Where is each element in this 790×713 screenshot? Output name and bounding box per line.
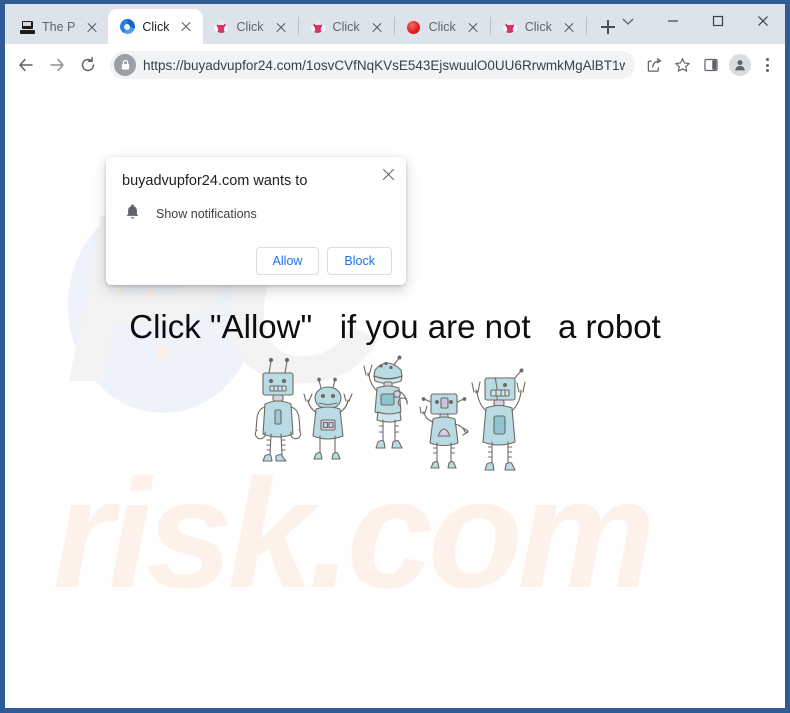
address-bar[interactable]: https://buyadvupfor24.com/1osvCVfNqKVsE5… xyxy=(110,51,635,79)
maximize-button[interactable] xyxy=(695,4,740,38)
tab-click-active[interactable]: Click xyxy=(108,9,204,44)
tab-separator xyxy=(297,17,299,35)
avatar[interactable] xyxy=(729,54,751,76)
share-button[interactable] xyxy=(641,52,668,79)
tab-the-p[interactable]: The P xyxy=(9,10,108,44)
dot xyxy=(765,58,769,61)
bookmark-button[interactable] xyxy=(669,52,696,79)
watermark-blob xyxy=(141,290,158,308)
forward-button[interactable] xyxy=(42,50,72,80)
close-icon xyxy=(757,16,768,26)
tab-separator xyxy=(393,17,395,35)
back-button[interactable] xyxy=(11,50,41,80)
tab-strip: The P Click Click Click Click Click xyxy=(5,4,785,44)
reload-icon xyxy=(81,56,95,72)
tab-search-button[interactable] xyxy=(605,4,650,38)
close-icon[interactable] xyxy=(465,19,481,35)
minus-icon xyxy=(667,20,678,22)
window-controls xyxy=(605,4,785,38)
side-panel-icon xyxy=(703,58,718,72)
tab-title: Click xyxy=(428,20,456,34)
permission-dialog-actions: Allow Block xyxy=(122,247,392,275)
block-button[interactable]: Block xyxy=(327,247,392,275)
chrome-circle-icon xyxy=(119,19,135,35)
red-dot-icon xyxy=(406,19,422,35)
browser-window-frame: The P Click Click Click Click Click http… xyxy=(0,0,790,713)
tab-click-5[interactable]: Click xyxy=(396,10,489,44)
browser-toolbar: https://buyadvupfor24.com/1osvCVfNqKVsE5… xyxy=(5,44,785,86)
address-bar-url[interactable]: https://buyadvupfor24.com/1osvCVfNqKVsE5… xyxy=(143,58,625,73)
reload-button[interactable] xyxy=(73,50,103,80)
minimize-button[interactable] xyxy=(650,4,695,38)
tab-title: Click xyxy=(524,20,552,34)
tab-title: Click xyxy=(142,19,170,34)
tab-separator xyxy=(585,17,587,35)
tab-click-6[interactable]: Click xyxy=(492,10,585,44)
allow-button[interactable]: Allow xyxy=(255,247,320,275)
star-icon xyxy=(675,57,690,72)
arrow-right-icon xyxy=(50,58,64,72)
dot xyxy=(765,63,769,67)
close-icon[interactable] xyxy=(561,19,577,35)
dot xyxy=(765,69,769,72)
chevron-down-icon xyxy=(622,18,633,25)
close-icon[interactable] xyxy=(273,19,289,35)
close-window-button[interactable] xyxy=(740,4,785,38)
person-icon xyxy=(735,60,745,71)
square-icon xyxy=(712,15,723,27)
share-icon xyxy=(647,57,662,72)
permission-dialog-title: buyadvupfor24.com wants to xyxy=(122,173,308,189)
page-content: PC risk.com Click "Allow" if you are not… xyxy=(5,86,785,708)
permission-request-label: Show notifications xyxy=(156,207,257,221)
notification-permission-dialog: buyadvupfor24.com wants to Show notifica… xyxy=(106,157,406,285)
arrow-left-icon xyxy=(19,58,33,72)
tab-title: Click xyxy=(236,20,264,34)
ladybug-icon xyxy=(309,19,326,35)
tab-separator xyxy=(489,17,491,35)
tab-click-3[interactable]: Click xyxy=(203,10,296,44)
tab-click-4[interactable]: Click xyxy=(300,10,393,44)
close-icon[interactable] xyxy=(84,19,100,35)
ladybug-icon xyxy=(501,19,518,35)
close-icon[interactable] xyxy=(178,19,194,35)
page-headline: Click "Allow" if you are not a robot xyxy=(129,308,661,345)
close-icon[interactable] xyxy=(369,19,385,35)
ladybug-icon xyxy=(213,19,230,35)
browser-window: The P Click Click Click Click Click http… xyxy=(5,4,785,708)
lock-icon[interactable] xyxy=(114,54,136,76)
bell-icon xyxy=(125,203,140,225)
laptop-icon xyxy=(19,19,35,35)
browser-menu-button[interactable] xyxy=(756,58,778,72)
five-robots-svg xyxy=(254,355,526,471)
robots-illustration xyxy=(5,352,785,492)
close-icon[interactable] xyxy=(380,166,397,183)
tab-title: Click xyxy=(332,20,360,34)
tab-title: The P xyxy=(42,20,76,34)
permission-request-row: Show notifications xyxy=(122,203,392,225)
side-panel-button[interactable] xyxy=(697,52,724,79)
